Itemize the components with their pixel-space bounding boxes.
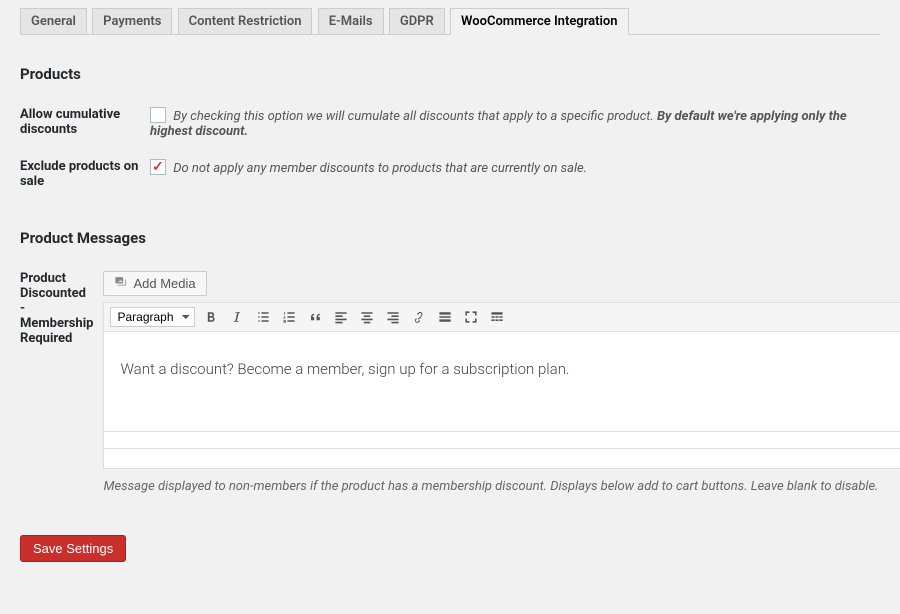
exclude-sale-label: Exclude products on sale [20, 149, 150, 199]
tab-gdpr[interactable]: GDPR [389, 8, 445, 34]
insert-more-button[interactable] [435, 307, 455, 327]
editor-toolbar: Paragraph [103, 302, 900, 332]
link-button[interactable] [409, 307, 429, 327]
exclude-sale-description: Do not apply any member discounts to pro… [173, 161, 587, 176]
tab-payments[interactable]: Payments [92, 8, 172, 34]
editor-horizontal-scrollbar[interactable] [103, 432, 900, 449]
tab-content-restriction[interactable]: Content Restriction [178, 8, 313, 34]
media-icon [114, 275, 128, 292]
align-left-button[interactable] [331, 307, 351, 327]
tab-general[interactable]: General [20, 8, 87, 34]
allow-cumulative-row: By checking this option we will cumulate… [150, 109, 847, 139]
tab-woocommerce-integration[interactable]: WooCommerce Integration [450, 8, 629, 35]
bold-button[interactable] [201, 307, 221, 327]
exclude-sale-checkbox[interactable] [150, 159, 166, 175]
allow-cumulative-checkbox[interactable] [150, 107, 166, 123]
save-settings-button[interactable]: Save Settings [20, 535, 126, 562]
products-heading: Products [20, 65, 880, 83]
editor-content-area[interactable]: Want a discount? Become a member, sign u… [103, 332, 900, 432]
bulleted-list-button[interactable] [253, 307, 273, 327]
align-center-button[interactable] [357, 307, 377, 327]
allow-cumulative-description: By checking this option we will cumulate… [150, 109, 847, 139]
fullscreen-button[interactable] [461, 307, 481, 327]
allow-cumulative-label: Allow cumulative discounts [20, 97, 150, 149]
italic-button[interactable] [227, 307, 247, 327]
product-messages-heading: Product Messages [20, 229, 880, 247]
editor-status-bar [103, 449, 900, 469]
exclude-sale-row: Do not apply any member discounts to pro… [150, 161, 587, 176]
add-media-button[interactable]: Add Media [103, 271, 206, 296]
format-select[interactable]: Paragraph [110, 307, 195, 327]
product-discounted-help: Message displayed to non-members if the … [103, 477, 900, 497]
tab-emails[interactable]: E-Mails [318, 8, 384, 34]
settings-tabs: General Payments Content Restriction E-M… [20, 8, 880, 35]
product-discounted-label: Product Discounted - Membership Required [20, 261, 103, 507]
align-right-button[interactable] [383, 307, 403, 327]
blockquote-button[interactable] [305, 307, 325, 327]
numbered-list-button[interactable] [279, 307, 299, 327]
toolbar-toggle-button[interactable] [487, 307, 507, 327]
